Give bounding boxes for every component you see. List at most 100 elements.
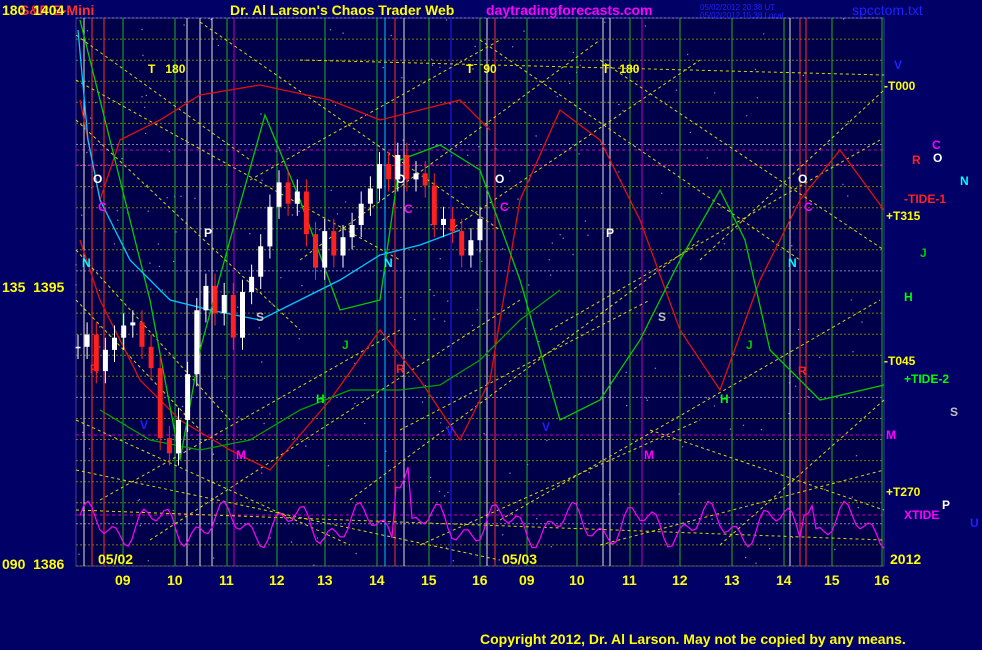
price-candle — [102, 349, 108, 372]
star-dot — [293, 437, 296, 439]
star-dot — [78, 553, 80, 555]
planet-letter-o: O — [93, 172, 103, 186]
star-dot — [149, 262, 151, 264]
price-candle — [121, 325, 127, 338]
star-dot — [681, 446, 684, 448]
star-dot — [687, 53, 689, 56]
star-dot — [431, 64, 434, 66]
star-dot — [430, 224, 432, 226]
x-tick-label: 14 — [369, 572, 385, 588]
star-dot — [180, 195, 182, 197]
star-dot — [604, 21, 606, 23]
star-dot — [217, 44, 220, 47]
star-dot — [746, 115, 748, 117]
planet-letter-c: C — [804, 200, 813, 214]
star-dot — [744, 556, 747, 559]
price-candle — [294, 191, 300, 204]
star-dot — [847, 120, 849, 123]
star-dot — [141, 96, 143, 98]
x-tick-label: 15 — [421, 572, 437, 588]
star-dot — [587, 234, 589, 236]
price-candle — [249, 276, 255, 292]
star-dot — [353, 245, 355, 248]
star-dot — [237, 306, 239, 308]
star-dot — [261, 472, 263, 474]
star-dot — [443, 320, 446, 322]
star-dot — [572, 253, 574, 256]
price-candle — [331, 231, 337, 256]
site-link[interactable]: daytradingforecasts.com — [486, 2, 653, 18]
level-t000: -T000 — [884, 79, 916, 93]
planet-letter-v: V — [894, 58, 903, 72]
star-dot — [388, 154, 391, 156]
star-dot — [354, 144, 356, 146]
star-dot — [141, 28, 143, 31]
star-dot — [438, 490, 441, 493]
price-candle — [267, 206, 273, 247]
star-dot — [263, 422, 265, 425]
star-dot — [827, 142, 829, 145]
star-dot — [327, 465, 330, 467]
star-dot — [556, 95, 558, 98]
star-dot — [414, 140, 416, 142]
star-dot — [145, 94, 148, 97]
star-dot — [138, 498, 141, 501]
star-dot — [444, 495, 446, 497]
price-candle — [367, 188, 373, 204]
star-dot — [336, 213, 339, 215]
planet-letter-o: O — [495, 172, 505, 186]
planet-letter-n: N — [960, 174, 969, 188]
star-dot — [429, 289, 431, 291]
star-dot — [646, 399, 648, 401]
star-dot — [440, 422, 442, 424]
star-dot — [258, 327, 260, 329]
star-dot — [355, 552, 357, 555]
price-candle — [322, 231, 328, 268]
planet-letter-m: M — [644, 448, 654, 462]
star-dot — [834, 548, 836, 551]
star-dot — [788, 412, 790, 415]
chart-title: Dr. Al Larson's Chaos Trader Web — [230, 2, 455, 18]
star-dot — [842, 183, 844, 186]
x-tick-label: 13 — [317, 572, 333, 588]
star-dot — [261, 179, 263, 181]
star-dot — [523, 30, 525, 32]
star-dot — [675, 89, 678, 91]
star-dot — [536, 518, 538, 520]
price-candle — [285, 182, 291, 204]
star-dot — [455, 146, 457, 148]
forecast-chart — [75, 17, 885, 567]
planet-letter-v: V — [542, 420, 551, 434]
star-dot — [713, 405, 716, 407]
level-t045: -T045 — [884, 354, 916, 368]
y-label-bottom: 090 1386 — [2, 556, 65, 572]
star-dot — [172, 509, 174, 512]
star-dot — [99, 346, 101, 348]
star-dot — [768, 548, 771, 550]
star-dot — [401, 77, 403, 79]
x-tick-label: 12 — [672, 572, 688, 588]
file-name: spcctom.txt — [852, 2, 923, 18]
star-dot — [511, 513, 513, 516]
star-dot — [528, 284, 530, 286]
star-dot — [298, 338, 300, 340]
star-dot — [850, 299, 852, 301]
planet-letter-h: H — [720, 392, 729, 406]
star-dot — [168, 151, 170, 153]
star-dot — [213, 557, 215, 559]
star-dot — [75, 264, 77, 266]
price-candle — [194, 310, 200, 375]
planet-letter-c: C — [932, 138, 941, 152]
star-dot — [626, 404, 628, 407]
star-dot — [654, 367, 656, 369]
planet-letter-n: N — [384, 256, 393, 270]
star-dot — [824, 488, 826, 491]
star-dot — [113, 243, 116, 245]
star-dot — [433, 294, 435, 297]
x-tick-label: 11 — [622, 572, 637, 588]
star-dot — [364, 422, 366, 425]
planet-letter-s: S — [658, 310, 667, 324]
y-label-mid: 135 1395 — [2, 279, 65, 295]
star-dot — [852, 351, 854, 353]
star-dot — [667, 287, 669, 289]
